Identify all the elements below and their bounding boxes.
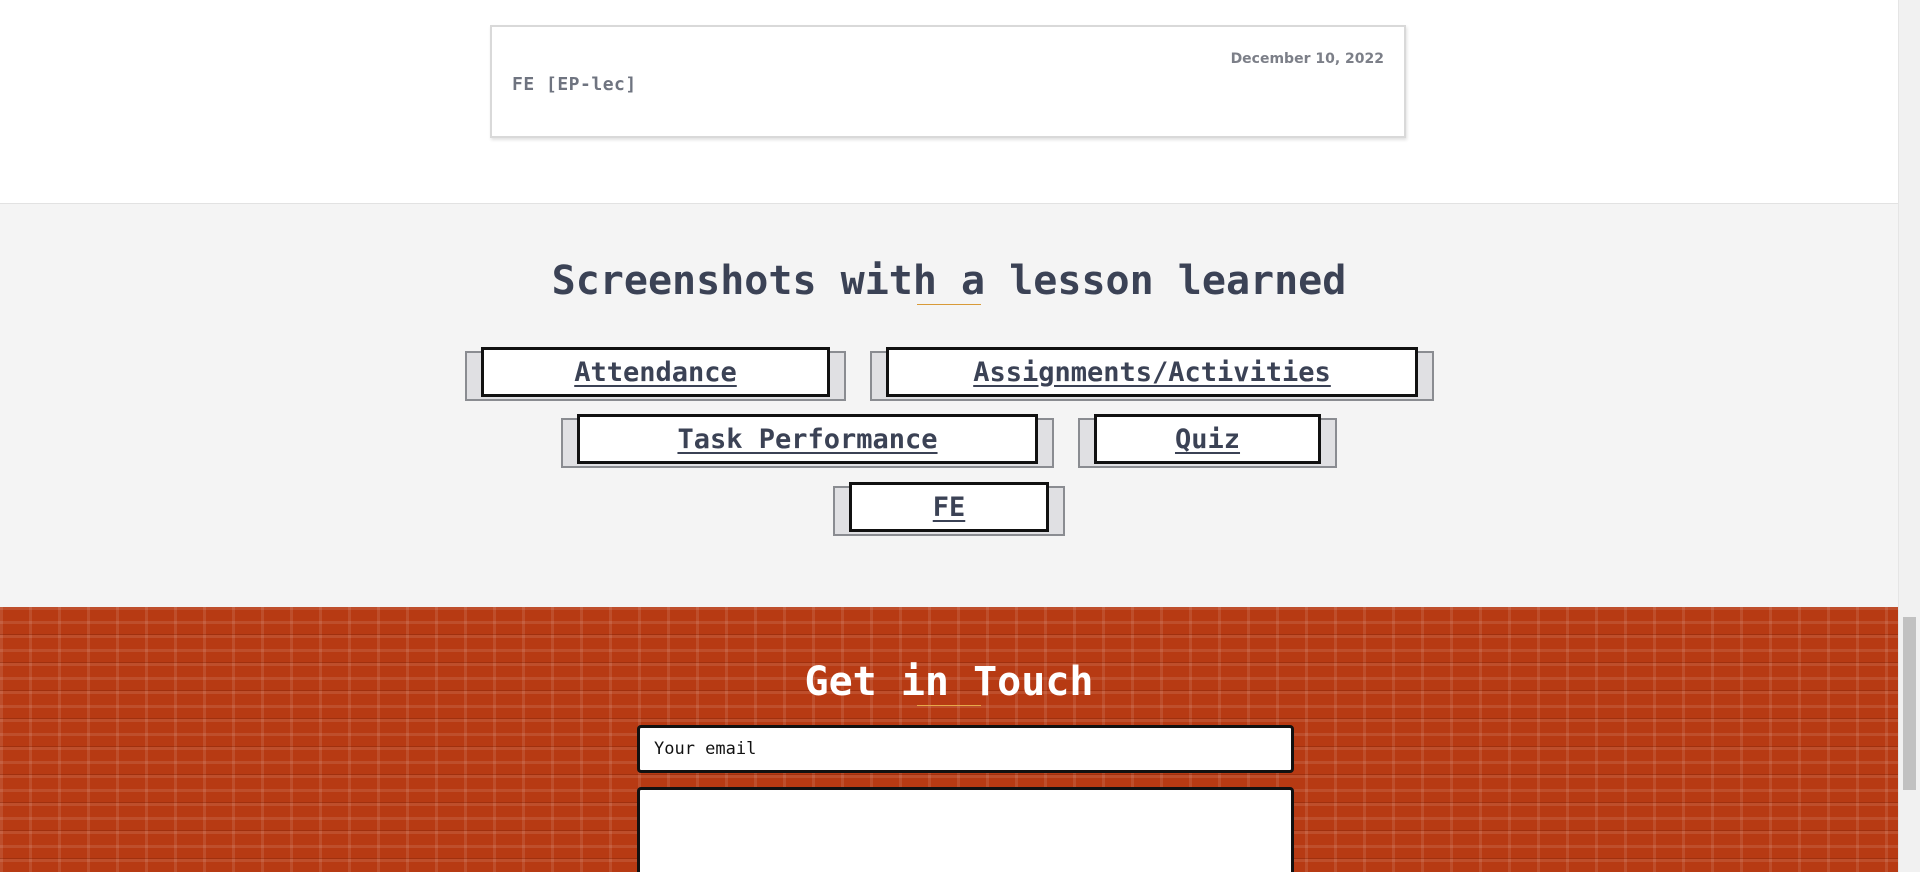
attendance-button-wrap: Attendance bbox=[465, 347, 846, 401]
screenshots-section: Screenshots with a lesson learned Attend… bbox=[0, 204, 1898, 607]
post-card[interactable]: December 10, 2022 FE [EP-lec] bbox=[490, 25, 1406, 138]
attendance-button[interactable]: Attendance bbox=[481, 347, 830, 397]
task-performance-button-wrap: Task Performance bbox=[561, 414, 1054, 468]
contact-section: Get in Touch bbox=[0, 607, 1898, 872]
contact-title: Get in Touch bbox=[804, 659, 1094, 705]
page: December 10, 2022 FE [EP-lec] Screenshot… bbox=[0, 0, 1920, 872]
scrollbar-thumb[interactable] bbox=[1903, 617, 1916, 790]
message-input[interactable] bbox=[637, 787, 1294, 872]
title-underline bbox=[917, 705, 981, 706]
email-input[interactable] bbox=[637, 725, 1294, 773]
posts-section: December 10, 2022 FE [EP-lec] bbox=[0, 0, 1898, 204]
post-date: December 10, 2022 bbox=[1230, 51, 1384, 67]
title-underline bbox=[917, 304, 981, 305]
quiz-button[interactable]: Quiz bbox=[1094, 414, 1321, 464]
assignments-button-wrap: Assignments/Activities bbox=[870, 347, 1434, 401]
assignments-activities-button[interactable]: Assignments/Activities bbox=[886, 347, 1418, 397]
screenshots-title: Screenshots with a lesson learned bbox=[551, 258, 1347, 304]
vertical-scrollbar[interactable] bbox=[1898, 0, 1920, 872]
quiz-button-wrap: Quiz bbox=[1078, 414, 1337, 468]
fe-button-wrap: FE bbox=[833, 482, 1065, 536]
fe-button[interactable]: FE bbox=[849, 482, 1049, 532]
post-title[interactable]: FE [EP-lec] bbox=[512, 74, 637, 95]
page-content: December 10, 2022 FE [EP-lec] Screenshot… bbox=[0, 0, 1898, 872]
task-performance-button[interactable]: Task Performance bbox=[577, 414, 1038, 464]
